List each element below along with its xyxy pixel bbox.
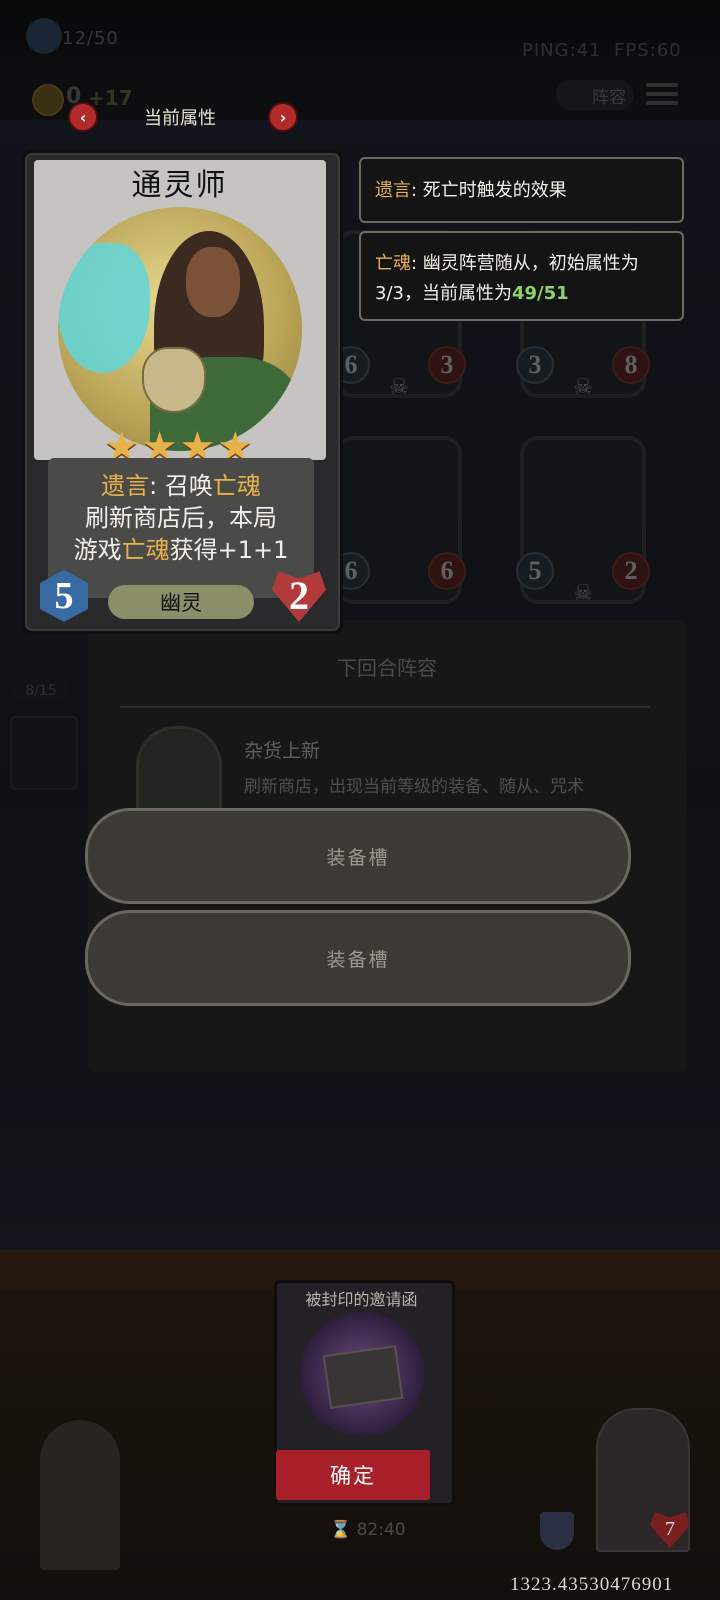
shield-icon (540, 1512, 574, 1550)
shop-item-icon (136, 726, 222, 816)
hourglass-icon: ⌛ (330, 1520, 352, 1540)
deathrattle-keyword: 遗言 (101, 472, 150, 500)
door-icon[interactable] (40, 1420, 120, 1570)
desc-line-2: 刷新商店后，本局 (85, 504, 277, 532)
equip-slot-1[interactable]: 装备槽 (85, 808, 631, 904)
soul-tooltip: 亡魂: 幽灵阵营随从，初始属性为 3/3，当前属性为49/51 (359, 231, 684, 321)
soul-keyword: 亡魂 (121, 536, 170, 564)
soul-keyword: 亡魂 (212, 472, 261, 500)
divider (120, 706, 650, 708)
tribe-label: 幽灵 (108, 585, 254, 619)
necromancer-portrait (58, 207, 302, 451)
card-name: 通灵师 (131, 168, 228, 203)
attribute-header: 当前属性 (144, 108, 216, 129)
envelope-icon (322, 1345, 404, 1409)
prev-arrow-button[interactable]: ‹ (68, 102, 98, 132)
equip-slot-2[interactable]: 装备槽 (85, 910, 631, 1006)
panel-title: 下回合阵容 (337, 656, 437, 680)
deathrattle-tooltip: 遗言: 死亡时触发的效果 (359, 157, 684, 223)
debug-coordinate: 1323.43530476901 (510, 1574, 674, 1595)
item-title: 杂货上新 (244, 740, 321, 762)
desc-line-3: 游戏亡魂获得+1+1 (73, 536, 289, 564)
invitation-title: 被封印的邀请函 (305, 1290, 418, 1309)
confirm-button[interactable]: 确定 (276, 1450, 430, 1500)
next-arrow-button[interactable]: › (268, 102, 298, 132)
item-description: 刷新商店，出现当前等级的装备、随从、咒术 (244, 777, 584, 797)
desc-line-1: 遗言: 召唤亡魂 (101, 472, 261, 500)
round-timer: ⌛ 82:40 (330, 1520, 406, 1540)
